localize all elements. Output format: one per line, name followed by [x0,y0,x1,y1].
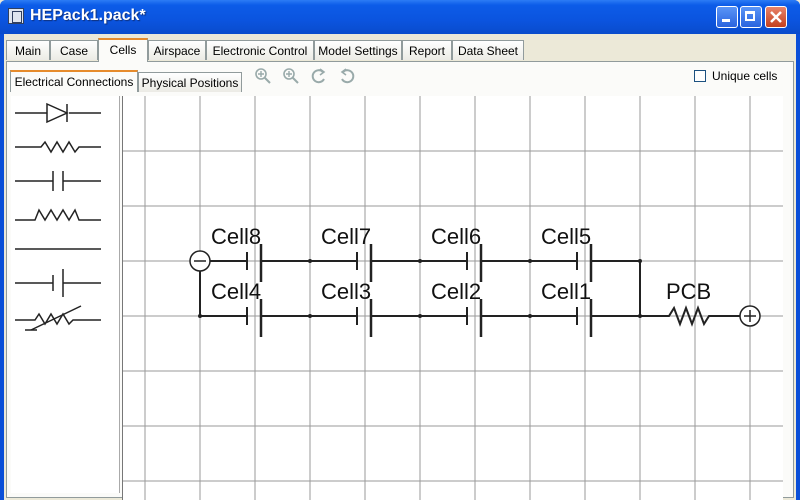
cell-label: Cell6 [431,224,481,249]
maximize-button[interactable] [740,6,762,28]
diode-icon[interactable] [11,96,119,130]
pcb-label: PCB [666,279,711,304]
tab-report[interactable]: Report [402,40,452,60]
cell6-symbol[interactable] [466,244,483,282]
undo-icon[interactable] [310,67,328,85]
tab-model-settings[interactable]: Model Settings [314,40,402,60]
cell8-symbol[interactable] [246,244,263,282]
schematic-drawing: Cell8 Cell7 Cell6 Cell5 Cell4 Cell3 Cell… [123,96,783,500]
title-bar[interactable]: HEPack1.pack* [0,0,800,34]
cell4-symbol[interactable] [246,299,263,337]
cell-label: Cell4 [211,279,261,304]
cell-label: Cell7 [321,224,371,249]
tab-cells[interactable]: Cells [98,38,148,62]
component-palette [11,96,120,493]
battery-cell-icon[interactable] [11,266,119,300]
tab-electrical-connections[interactable]: Electrical Connections [10,70,138,92]
pcb-resistor[interactable] [640,305,740,327]
cell2-symbol[interactable] [466,299,483,337]
client-area: Main Case Cells Airspace Electronic Cont… [4,34,796,500]
capacitor-icon[interactable] [11,164,119,198]
cell-label: Cell3 [321,279,371,304]
unique-cells-checkbox[interactable] [694,70,706,82]
variable-resistor-icon[interactable] [11,300,119,334]
tab-airspace[interactable]: Airspace [148,40,206,60]
pack-icon [8,8,24,24]
inductor-icon[interactable] [11,198,119,232]
zoom-in-icon[interactable] [254,67,272,85]
cell-label: Cell5 [541,224,591,249]
cell-label: Cell2 [431,279,481,304]
zoom-in-icon[interactable] [282,67,300,85]
tab-electronic-control[interactable]: Electronic Control [206,40,314,60]
minimize-button[interactable] [716,6,738,28]
tab-data-sheet[interactable]: Data Sheet [452,40,524,60]
tab-case[interactable]: Case [50,40,98,60]
cell1-symbol[interactable] [576,299,593,337]
cell5-symbol[interactable] [576,244,593,282]
redo-icon[interactable] [338,67,356,85]
close-icon [770,11,782,23]
unique-cells-label: Unique cells [712,69,778,83]
resistor-icon[interactable] [11,130,119,164]
app-window: HEPack1.pack* Main Case Cells Airspace E… [0,0,800,500]
minus-terminal-icon[interactable] [189,250,211,272]
tab-physical-positions[interactable]: Physical Positions [138,72,242,92]
cell-label: Cell8 [211,224,261,249]
cell7-symbol[interactable] [356,244,373,282]
plus-terminal-icon[interactable] [739,305,761,327]
tab-main[interactable]: Main [6,40,50,60]
wire-icon[interactable] [11,232,119,266]
close-button[interactable] [765,6,787,28]
cell-label: Cell1 [541,279,591,304]
window-title: HEPack1.pack* [30,7,146,24]
cell3-symbol[interactable] [356,299,373,337]
schematic-canvas[interactable]: Cell8 Cell7 Cell6 Cell5 Cell4 Cell3 Cell… [122,96,783,500]
